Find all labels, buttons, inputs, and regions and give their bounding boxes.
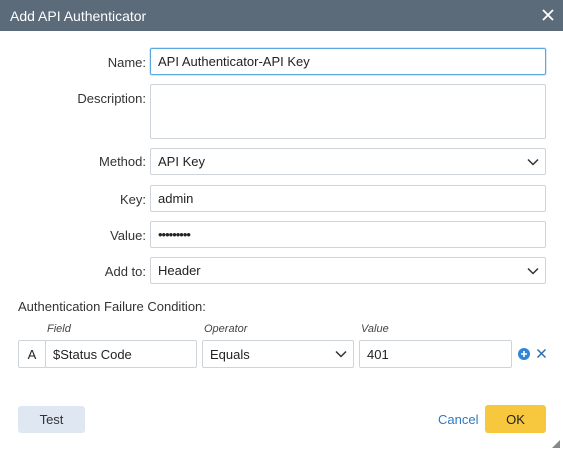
ok-button[interactable]: OK <box>485 405 546 433</box>
failure-condition-label: Authentication Failure Condition: <box>18 299 206 314</box>
value-label: Value: <box>110 228 146 243</box>
column-header-operator: Operator <box>204 323 248 335</box>
remove-x-icon[interactable] <box>536 348 547 359</box>
description-textarea[interactable] <box>150 84 546 139</box>
method-label: Method: <box>99 154 146 169</box>
condition-letter-text: A <box>27 346 37 362</box>
close-icon[interactable] <box>539 6 557 24</box>
chevron-down-icon <box>335 350 347 358</box>
test-button-label: Test <box>39 412 64 427</box>
addto-label: Add to: <box>104 264 146 279</box>
chevron-down-icon <box>527 158 539 166</box>
condition-value-input[interactable]: 401 <box>359 340 512 368</box>
dialog-titlebar: Add API Authenticator <box>0 0 563 31</box>
name-input-value: API Authenticator-API Key <box>158 54 310 69</box>
value-masked: ••••••••• <box>158 227 191 242</box>
value-password-input[interactable]: ••••••••• <box>150 221 546 248</box>
name-input[interactable]: API Authenticator-API Key <box>150 48 546 75</box>
condition-value-text: 401 <box>367 346 389 362</box>
chevron-down-icon <box>527 267 539 275</box>
column-header-value: Value <box>361 323 389 335</box>
key-label: Key: <box>119 192 146 207</box>
condition-row-letter: A <box>18 340 46 368</box>
dialog-title: Add API Authenticator <box>10 8 147 24</box>
resize-grip-icon[interactable] <box>552 440 560 448</box>
method-select[interactable]: API Key <box>150 148 546 175</box>
column-header-field: Field <box>47 323 71 335</box>
key-input[interactable]: admin <box>150 185 546 212</box>
condition-operator-value: Equals <box>210 346 250 362</box>
condition-operator-select[interactable]: Equals <box>202 340 354 368</box>
ok-button-label: OK <box>506 411 525 427</box>
key-value: admin <box>158 191 194 206</box>
condition-field-input[interactable]: $Status Code <box>45 340 197 368</box>
method-value: API Key <box>158 154 205 169</box>
test-button[interactable]: Test <box>18 406 85 433</box>
description-label: Description: <box>77 91 146 106</box>
name-label: Name: <box>107 55 146 70</box>
add-circle-icon[interactable] <box>518 348 530 360</box>
addto-select[interactable]: Header <box>150 257 546 284</box>
condition-field-value: $Status Code <box>53 346 132 362</box>
addto-value: Header <box>158 263 201 278</box>
cancel-button[interactable]: Cancel <box>438 412 478 427</box>
